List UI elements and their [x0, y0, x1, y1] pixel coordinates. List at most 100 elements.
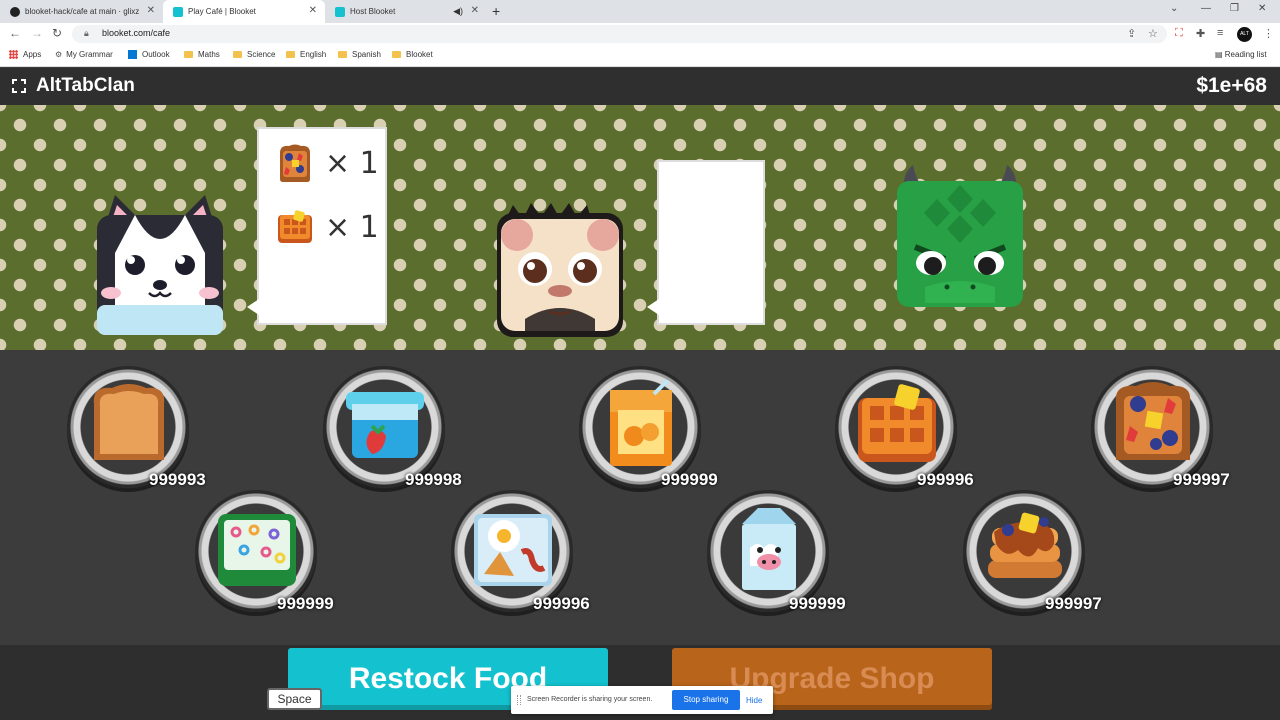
- player-name: AltTabClan: [36, 75, 135, 96]
- breakfast-plate-icon: [474, 514, 552, 586]
- tab-label: Host Blooket: [350, 7, 396, 16]
- money-display: $1e+68: [1196, 74, 1267, 97]
- toast-icon: [93, 384, 165, 460]
- share-icon[interactable]: ⇪: [1127, 27, 1136, 40]
- blooket-icon: [173, 6, 183, 17]
- milk-icon: [742, 508, 796, 590]
- outlook-icon: [128, 50, 137, 59]
- food-count: 999997: [1045, 592, 1102, 616]
- bubble-tail: [647, 299, 659, 315]
- media-icon[interactable]: ≡: [1217, 27, 1223, 39]
- reading-list-icon: ▤: [1215, 50, 1225, 59]
- address-bar: ← → ↻ 🔒︎ blooket.com/cafe ⇪ ☆ ⛶ ✚ ≡ ALT …: [0, 23, 1280, 52]
- bubble-tail: [247, 299, 259, 315]
- food-count: 999999: [277, 592, 334, 616]
- new-tab-icon[interactable]: +: [492, 3, 500, 19]
- food-count-value: 999998: [405, 470, 462, 489]
- order-qty: × 1: [325, 209, 379, 245]
- folder-icon: [184, 51, 193, 58]
- folder-icon: [338, 51, 347, 58]
- folder-icon: [233, 51, 242, 58]
- toast-with-berries-icon: [1115, 382, 1191, 460]
- bookmark-spanish[interactable]: Spanish: [338, 50, 381, 59]
- fullscreen-icon[interactable]: [12, 79, 26, 93]
- bookmark-label: Outlook: [142, 50, 170, 59]
- yogurt-icon: [346, 392, 424, 458]
- restore-icon[interactable]: ❐: [1230, 3, 1239, 14]
- order-item: × 1: [277, 209, 379, 245]
- orange-juice-icon: [610, 380, 672, 466]
- reading-list[interactable]: ▤ Reading list: [1215, 50, 1267, 59]
- bookmark-english[interactable]: English: [286, 50, 326, 59]
- github-icon: [10, 6, 20, 17]
- food-count: 999999: [661, 468, 718, 492]
- monkey-customer[interactable]: [495, 199, 625, 339]
- screen-recorder-icon[interactable]: ⛶: [1175, 27, 1183, 40]
- bookmark-blooket[interactable]: Blooket: [392, 50, 433, 59]
- forward-icon[interactable]: →: [31, 26, 43, 40]
- close-icon[interactable]: ✕: [309, 6, 317, 16]
- bookmark-science[interactable]: Science: [233, 50, 275, 59]
- drag-handle-icon[interactable]: [517, 695, 521, 705]
- share-message: Screen Recorder is sharing your screen.: [527, 696, 653, 703]
- menu-icon[interactable]: ⋮: [1263, 27, 1274, 40]
- cereal-icon: [218, 514, 296, 586]
- food-count-value: 999996: [917, 470, 974, 489]
- bookmark-apps[interactable]: Apps: [9, 50, 41, 59]
- close-window-icon[interactable]: ✕: [1258, 3, 1266, 14]
- tab-github[interactable]: blooket-hack/cafe at main · glixz ✕: [0, 0, 163, 23]
- back-icon[interactable]: ←: [9, 26, 21, 40]
- tab-play-cafe[interactable]: Play Café | Blooket ✕: [163, 0, 325, 23]
- star-icon[interactable]: ☆: [1148, 27, 1158, 40]
- food-count-value: 999996: [533, 594, 590, 613]
- tab-label: Play Café | Blooket: [188, 7, 256, 16]
- bookmark-my-grammar[interactable]: ⚙ My Grammar: [55, 50, 113, 59]
- bookmark-label: Science: [247, 50, 276, 59]
- food-count-value: 999999: [277, 594, 334, 613]
- food-count: 999998: [405, 468, 462, 492]
- bookmark-label: Blooket: [406, 50, 433, 59]
- food-count-value: 999993: [149, 470, 206, 489]
- url-field[interactable]: 🔒︎ blooket.com/cafe: [72, 25, 1167, 43]
- close-icon[interactable]: ✕: [147, 6, 155, 16]
- folder-icon: [286, 51, 295, 58]
- pancakes-icon: [988, 512, 1062, 578]
- order-item: × 1: [277, 143, 379, 183]
- bookmarks-bar: Apps ⚙ My Grammar Outlook Maths Science E…: [0, 45, 1280, 67]
- food-count-value: 999997: [1173, 470, 1230, 489]
- reading-list-label: Reading list: [1224, 50, 1267, 59]
- speaker-icon[interactable]: ◀): [453, 6, 463, 17]
- browser-tab-bar: blooket-hack/cafe at main · glixz ✕ Play…: [0, 0, 1280, 23]
- food-count: 999996: [917, 468, 974, 492]
- stop-sharing-button[interactable]: Stop sharing: [672, 690, 740, 710]
- waffle-icon: [858, 384, 936, 462]
- avatar[interactable]: ALT TAB: [1237, 27, 1252, 52]
- cafe-wallpaper: × 1 × 1: [0, 105, 1280, 350]
- lock-icon: 🔒︎: [84, 28, 89, 38]
- bookmark-outlook[interactable]: Outlook: [128, 50, 170, 59]
- url-text: blooket.com/cafe: [102, 28, 171, 38]
- order-bubble-husky: × 1 × 1: [247, 127, 387, 325]
- bookmark-label: My Grammar: [66, 50, 113, 59]
- reload-icon[interactable]: ↻: [52, 26, 62, 40]
- extensions-icon[interactable]: ✚: [1196, 27, 1205, 40]
- bookmark-label: Maths: [198, 50, 220, 59]
- game-header: AltTabClan $1e+68: [0, 68, 1280, 105]
- folder-icon: [392, 51, 401, 58]
- apps-icon: [9, 50, 18, 59]
- bookmark-label: Spanish: [352, 50, 381, 59]
- bookmark-maths[interactable]: Maths: [184, 50, 220, 59]
- tab-host-blooket[interactable]: Host Blooket ◀) ✕: [325, 0, 487, 23]
- food-count: 999993: [149, 468, 206, 492]
- food-count-value: 999997: [1045, 594, 1102, 613]
- toast-with-berries-icon: [280, 144, 310, 182]
- dragon-customer[interactable]: [895, 163, 1025, 311]
- hide-share-link[interactable]: Hide: [746, 696, 762, 705]
- husky-customer[interactable]: [95, 193, 225, 339]
- minimize-icon[interactable]: —: [1201, 3, 1211, 14]
- chevron-down-icon[interactable]: ⌄: [1170, 3, 1178, 14]
- space-key-hint: Space: [267, 688, 322, 710]
- blooket-icon: [335, 6, 345, 17]
- grammar-icon: ⚙: [55, 50, 63, 59]
- close-icon[interactable]: ✕: [471, 6, 479, 16]
